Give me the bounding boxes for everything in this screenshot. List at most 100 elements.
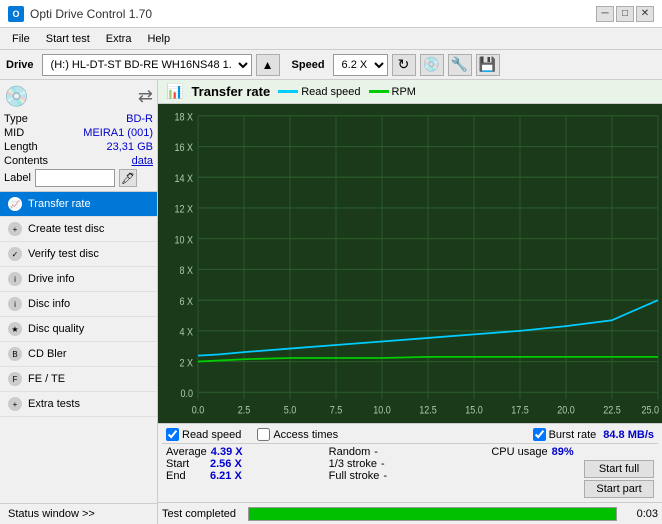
- nav-label-drive-info: Drive info: [28, 273, 74, 285]
- progress-area: Test completed 0:03: [158, 502, 662, 524]
- close-button[interactable]: ✕: [636, 6, 654, 22]
- checkbox-access-times[interactable]: Access times: [257, 428, 338, 441]
- svg-text:6 X: 6 X: [179, 296, 193, 308]
- stat-cpu-val: 89%: [552, 446, 587, 458]
- menu-file[interactable]: File: [4, 31, 38, 47]
- app-title: Opti Drive Control 1.70: [30, 7, 152, 21]
- window-controls: ─ □ ✕: [596, 6, 654, 22]
- svg-text:25.0 GB: 25.0 GB: [641, 405, 662, 417]
- right-panel: 📊 Transfer rate Read speed RPM: [158, 80, 662, 524]
- nav-label-transfer-rate: Transfer rate: [28, 198, 91, 210]
- start-full-button[interactable]: Start full: [584, 460, 654, 478]
- nav-label-cd-bler: CD Bler: [28, 348, 67, 360]
- drive-toolbar: Drive (H:) HL-DT-ST BD-RE WH16NS48 1.D3 …: [0, 50, 662, 80]
- nav-item-transfer-rate[interactable]: 📈 Transfer rate: [0, 192, 157, 217]
- checkbox-access-times-input[interactable]: [257, 428, 270, 441]
- svg-text:17.5: 17.5: [511, 405, 529, 417]
- disc-label-input[interactable]: [35, 169, 115, 187]
- svg-text:5.0: 5.0: [284, 405, 297, 417]
- disc-quality-icon: ★: [8, 322, 22, 336]
- disc-panel-header: 💿 ⇄: [4, 84, 153, 109]
- burst-rate-number: 84.8 MB/s: [603, 429, 654, 441]
- stat-random-val: -: [374, 446, 378, 458]
- status-window-bar[interactable]: Status window >>: [0, 503, 157, 524]
- drive-select[interactable]: (H:) HL-DT-ST BD-RE WH16NS48 1.D3: [42, 54, 252, 76]
- legend-read-speed: Read speed: [278, 86, 360, 98]
- disc-type-val: BD-R: [126, 113, 153, 125]
- nav-item-drive-info[interactable]: i Drive info: [0, 267, 157, 292]
- nav-label-create-test-disc: Create test disc: [28, 223, 104, 235]
- speed-select[interactable]: 6.2 X MAX: [333, 54, 388, 76]
- nav-item-extra-tests[interactable]: + Extra tests: [0, 392, 157, 417]
- disc-mid-row: MID MEIRA1 (001): [4, 127, 153, 139]
- app-icon: O: [8, 6, 24, 22]
- disc-type-label: Type: [4, 113, 28, 125]
- stat-start-label: Start: [166, 458, 206, 470]
- eject-button[interactable]: ▲: [256, 54, 280, 76]
- burst-rate-value: 84.8 MB/s: [603, 429, 654, 441]
- menu-start-test[interactable]: Start test: [38, 31, 98, 47]
- disc-contents-val[interactable]: data: [132, 155, 153, 167]
- drive-info-icon: i: [8, 272, 22, 286]
- disc-label-btn[interactable]: 🖊: [119, 169, 137, 187]
- stat-stroke1-val: -: [381, 458, 385, 470]
- menu-extra[interactable]: Extra: [98, 31, 140, 47]
- legend-rpm: RPM: [369, 86, 416, 98]
- checkbox-burst-rate[interactable]: Burst rate 84.8 MB/s: [533, 428, 654, 441]
- progress-bar-fill: [249, 508, 616, 520]
- stat-random-label: Random: [329, 446, 371, 458]
- menu-help[interactable]: Help: [139, 31, 178, 47]
- legend-rpm-color: [369, 90, 389, 93]
- nav-item-create-test-disc[interactable]: + Create test disc: [0, 217, 157, 242]
- disc-icon: 💿: [4, 84, 29, 109]
- settings-button[interactable]: 🔧: [448, 54, 472, 76]
- save-button[interactable]: 💾: [476, 54, 500, 76]
- svg-text:10 X: 10 X: [174, 235, 193, 247]
- nav-item-fe-te[interactable]: F FE / TE: [0, 367, 157, 392]
- stat-average-label: Average: [166, 446, 207, 458]
- burn-button[interactable]: 💿: [420, 54, 444, 76]
- maximize-button[interactable]: □: [616, 6, 634, 22]
- stat-random-row: Random -: [329, 446, 492, 458]
- legend-read-speed-color: [278, 90, 298, 93]
- legend-rpm-label: RPM: [392, 86, 416, 98]
- stat-full-stroke-val: -: [383, 470, 387, 482]
- nav-item-disc-info[interactable]: i Disc info: [0, 292, 157, 317]
- svg-text:8 X: 8 X: [179, 265, 193, 277]
- stats-col-1: Average 4.39 X Start 2.56 X End 6.21 X: [166, 446, 329, 482]
- svg-text:14 X: 14 X: [174, 173, 193, 185]
- stat-end-val: 6.21 X: [210, 470, 245, 482]
- disc-label-row: Label 🖊: [4, 169, 153, 187]
- stat-cpu-label: CPU usage: [491, 446, 547, 458]
- transfer-rate-icon: 📈: [8, 197, 22, 211]
- checkbox-read-speed[interactable]: Read speed: [166, 428, 241, 441]
- stat-start-row: Start 2.56 X: [166, 458, 329, 470]
- stat-full-stroke-row: Full stroke -: [329, 470, 492, 482]
- start-buttons: Start full Start part: [491, 460, 654, 498]
- disc-label-label: Label: [4, 172, 31, 184]
- checkbox-burst-rate-input[interactable]: [533, 428, 546, 441]
- stats-grid-wrapper: Average 4.39 X Start 2.56 X End 6.21 X R…: [162, 444, 658, 500]
- stats-col-2: Random - 1/3 stroke - Full stroke -: [329, 446, 492, 482]
- chart-container: 18 X 16 X 14 X 12 X 10 X 8 X 6 X 4 X 2 X…: [158, 104, 662, 423]
- svg-text:12.5: 12.5: [419, 405, 437, 417]
- sidebar: 💿 ⇄ Type BD-R MID MEIRA1 (001) Length 23…: [0, 80, 158, 524]
- nav-item-disc-quality[interactable]: ★ Disc quality: [0, 317, 157, 342]
- disc-contents-label: Contents: [4, 155, 48, 167]
- nav-item-verify-test-disc[interactable]: ✓ Verify test disc: [0, 242, 157, 267]
- minimize-button[interactable]: ─: [596, 6, 614, 22]
- svg-text:2 X: 2 X: [179, 358, 193, 370]
- stat-average-row: Average 4.39 X: [166, 446, 329, 458]
- svg-text:2.5: 2.5: [238, 405, 251, 417]
- nav-item-cd-bler[interactable]: B CD Bler: [0, 342, 157, 367]
- refresh-button[interactable]: ↻: [392, 54, 416, 76]
- legend-read-speed-label: Read speed: [301, 86, 360, 98]
- svg-text:4 X: 4 X: [179, 327, 193, 339]
- disc-mid-label: MID: [4, 127, 24, 139]
- checkbox-read-speed-input[interactable]: [166, 428, 179, 441]
- speed-label: Speed: [292, 59, 325, 71]
- title-bar: O Opti Drive Control 1.70 ─ □ ✕: [0, 0, 662, 28]
- start-part-button[interactable]: Start part: [584, 480, 654, 498]
- disc-arrows: ⇄: [138, 86, 153, 107]
- svg-text:16 X: 16 X: [174, 143, 193, 155]
